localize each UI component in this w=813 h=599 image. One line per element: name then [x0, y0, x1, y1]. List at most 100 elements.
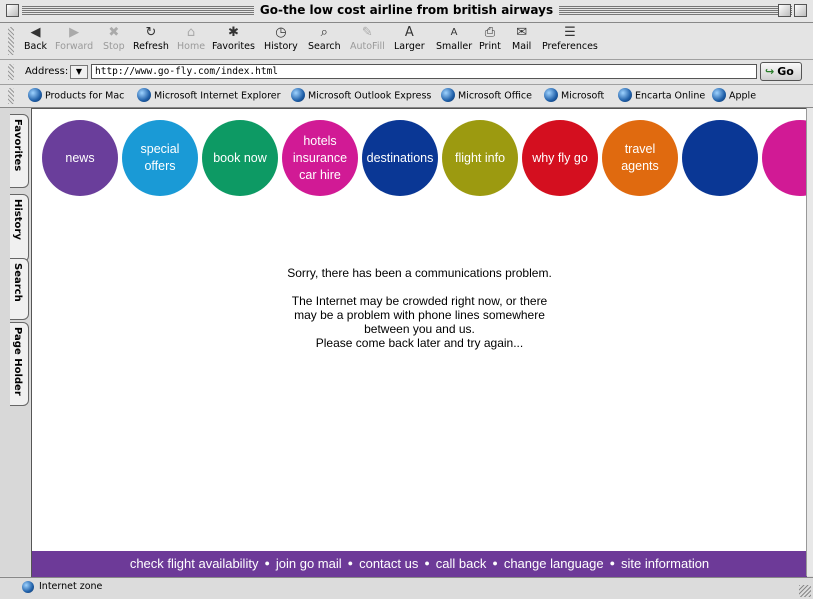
footer-link-call-back[interactable]: call back [436, 556, 487, 571]
nav-circle-book-now[interactable]: book now [202, 120, 278, 196]
toolbar-button-label: Stop [103, 41, 125, 52]
search-icon: ⌕ [320, 25, 328, 40]
nav-circle-label-line: hotels [303, 133, 337, 148]
preferences-button[interactable]: ☰ Preferences [542, 25, 598, 52]
smaller-button[interactable]: A Smaller [436, 25, 472, 52]
nav-circle-label: news [65, 150, 94, 167]
footer-link-join-go-mail[interactable]: join go mail [276, 556, 342, 571]
footer-link-change-language[interactable]: change language [504, 556, 604, 571]
footer-link-contact-us[interactable]: contact us [359, 556, 418, 571]
web-page-content: news special offers book now hotels insurance… [31, 108, 807, 577]
favorite-link[interactable]: Microsoft Internet Explorer [137, 88, 281, 103]
nav-circle-unlabeled-9[interactable] [762, 120, 807, 196]
sidetab-search[interactable]: Search [10, 258, 29, 320]
go-arrow-icon: ↪ [765, 65, 775, 78]
forward-button[interactable]: ▶ Forward [55, 25, 93, 52]
nav-circle-label-line: special [140, 142, 180, 156]
favorite-link[interactable]: Apple [712, 88, 756, 103]
favorite-link[interactable]: Microsoft Office [441, 88, 532, 103]
sidetab-page-holder[interactable]: Page Holder [10, 322, 29, 406]
preferences-icon: ☰ [564, 25, 576, 40]
toolbar-grip[interactable] [8, 27, 14, 55]
nav-circle-label-line: book now [213, 150, 267, 165]
favorites-button[interactable]: ✱ Favorites [212, 25, 255, 52]
home-button[interactable]: ⌂ Home [177, 25, 205, 52]
print-icon: ⎙ [484, 25, 496, 40]
nav-circle-label: special offers [141, 141, 180, 175]
mail-icon: ✉ [516, 25, 528, 40]
globe-icon [712, 88, 726, 102]
favorite-link[interactable]: Microsoft Outlook Express [291, 88, 431, 103]
go-button[interactable]: ↪ Go [760, 62, 802, 81]
window-title-bar[interactable]: Go-the low cost airline from british air… [0, 0, 813, 23]
globe-icon [291, 88, 305, 102]
status-text: Internet zone [39, 581, 103, 592]
back-button[interactable]: ◀ Back [24, 25, 47, 52]
footer-separator: ● [264, 558, 270, 568]
nav-circle-label: hotels insurance car hire [293, 133, 347, 184]
footer-link-check-flight-availability[interactable]: check flight availability [130, 556, 259, 571]
footer-link-site-information[interactable]: site information [621, 556, 709, 571]
text-smaller-icon: A [450, 27, 458, 38]
window-collapse-button[interactable] [794, 4, 807, 17]
nav-circle-label-line: news [65, 150, 95, 165]
status-bar: Internet zone [0, 577, 813, 599]
error-detail-line: Please come back later and try again... [315, 336, 524, 350]
history-button[interactable]: ◷ History [264, 25, 298, 52]
nav-circle-label-line: agents [621, 159, 659, 173]
nav-circle-label-line: travel [624, 142, 656, 156]
larger-button[interactable]: A Larger [394, 25, 425, 52]
toolbar-button-label: Back [24, 41, 48, 52]
window-zoom-button[interactable] [778, 4, 791, 17]
explorer-side-tabs: Favorites History Search Page Holder [0, 108, 30, 576]
refresh-button[interactable]: ↻ Refresh [133, 25, 169, 52]
sidetab-label: Search [12, 263, 23, 302]
nav-circle-special-offers[interactable]: special offers [122, 120, 198, 196]
links-bar-grip[interactable] [8, 88, 14, 104]
nav-circle-label: why fly go [532, 150, 588, 167]
favorite-link-label: Microsoft Office [458, 90, 532, 102]
toolbar-button-label: History [264, 41, 298, 52]
print-button[interactable]: ⎙ Print [479, 25, 501, 52]
error-details: The Internet may be crowded right now, o… [32, 294, 807, 350]
address-bar-grip[interactable] [8, 64, 14, 80]
nav-circle-why-fly-go[interactable]: why fly go [522, 120, 598, 196]
nav-circle-news[interactable]: news [42, 120, 118, 196]
autofill-button[interactable]: ✎ AutoFill [350, 25, 385, 52]
globe-icon [28, 88, 42, 102]
favorite-link[interactable]: Microsoft [544, 88, 604, 103]
vertical-scrollbar[interactable] [806, 108, 813, 576]
nav-circle-label-line: why fly go [532, 150, 588, 165]
site-footer-nav: check flight availability ● join go mail ● c… [32, 551, 807, 577]
go-button-label: Go [777, 65, 794, 78]
history-icon: ◷ [275, 25, 287, 40]
nav-circle-destinations[interactable]: destinations [362, 120, 438, 196]
toolbar-button-label: Larger [394, 41, 425, 52]
nav-circle-label-line: car hire [299, 167, 341, 182]
favorite-link[interactable]: Encarta Online [618, 88, 705, 103]
toolbar-button-label: Search [308, 41, 341, 52]
sidetab-label: Page Holder [12, 327, 23, 396]
footer-separator: ● [424, 558, 430, 568]
toolbar-button-label: Forward [55, 41, 94, 52]
toolbar-button-label: Print [479, 41, 501, 52]
sidetab-favorites[interactable]: Favorites [10, 114, 29, 188]
nav-circle-travel-agents[interactable]: travel agents [602, 120, 678, 196]
address-history-dropdown[interactable]: ▼ [70, 65, 88, 79]
nav-circle-hotels-insurance-car-hire[interactable]: hotels insurance car hire [282, 120, 358, 196]
window-resize-grip[interactable] [799, 585, 811, 597]
sidetab-history[interactable]: History [10, 194, 29, 262]
search-button[interactable]: ⌕ Search [308, 25, 341, 52]
globe-icon [441, 88, 455, 102]
nav-circle-flight-info[interactable]: flight info [442, 120, 518, 196]
favorites-links-bar: Products for Mac Microsoft Internet Explo… [0, 85, 813, 108]
stop-button[interactable]: ✖ Stop [103, 25, 125, 52]
favorite-link-label: Products for Mac [45, 90, 125, 102]
nav-circle-unlabeled-8[interactable] [682, 120, 758, 196]
address-input[interactable]: http://www.go-fly.com/index.html [91, 64, 757, 79]
autofill-icon: ✎ [361, 25, 373, 40]
favorite-link[interactable]: Products for Mac [28, 88, 125, 103]
home-icon: ⌂ [186, 25, 196, 40]
mail-button[interactable]: ✉ Mail [512, 25, 531, 52]
back-arrow-icon: ◀ [30, 25, 41, 40]
